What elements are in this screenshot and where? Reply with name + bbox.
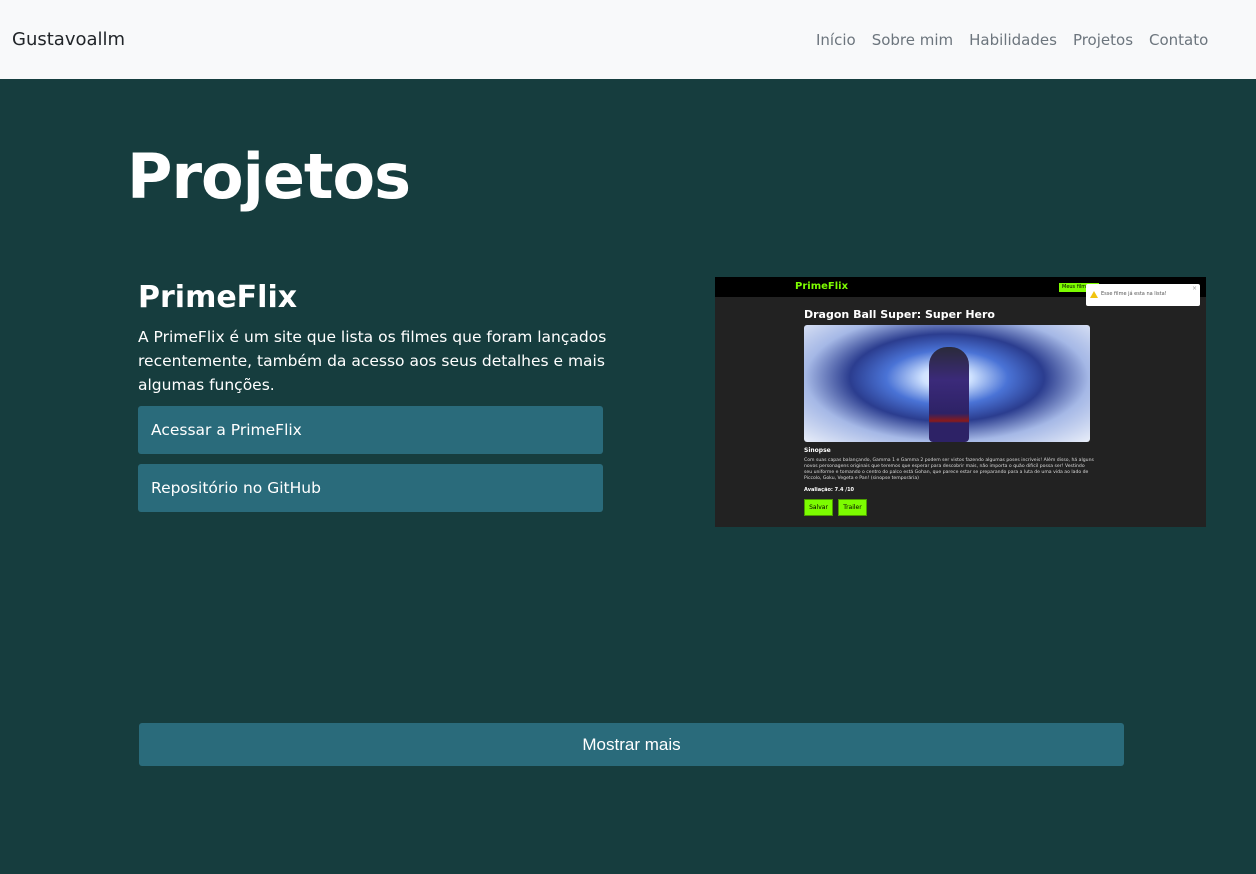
close-icon: × <box>1191 285 1197 292</box>
preview-rating: Avaliação: 7.4 /10 <box>804 487 855 493</box>
warning-icon <box>1090 291 1098 298</box>
project-name: PrimeFlix <box>138 280 298 315</box>
preview-sinopse-text: Com suas capas balançando, Gamma 1 e Gam… <box>804 458 1094 481</box>
show-more-button[interactable]: Mostrar mais <box>139 723 1124 766</box>
preview-sinopse-label: Sinopse <box>804 447 831 454</box>
preview-save-button: Salvar <box>804 499 833 516</box>
access-primeflix-button[interactable]: Acessar a PrimeFlix <box>138 406 603 454</box>
nav-links: Início Sobre mim Habilidades Projetos Co… <box>816 31 1208 49</box>
nav-link-habilidades[interactable]: Habilidades <box>969 31 1057 49</box>
nav-link-projetos[interactable]: Projetos <box>1073 31 1133 49</box>
preview-character-figure <box>929 347 969 442</box>
preview-movie-poster <box>804 325 1090 442</box>
nav-link-sobre-mim[interactable]: Sobre mim <box>872 31 953 49</box>
preview-toast: Esse filme já esta na lista! × <box>1086 284 1200 306</box>
preview-movie-title: Dragon Ball Super: Super Hero <box>804 308 995 321</box>
brand-link[interactable]: Gustavoallm <box>12 29 125 50</box>
nav-link-inicio[interactable]: Início <box>816 31 856 49</box>
github-repo-button[interactable]: Repositório no GitHub <box>138 464 603 512</box>
preview-trailer-button: Trailer <box>838 499 867 516</box>
section-title: Projetos <box>127 140 411 213</box>
project-description: A PrimeFlix é um site que lista os filme… <box>138 328 607 394</box>
preview-toast-text: Esse filme já esta na lista! <box>1101 291 1167 297</box>
nav-link-contato[interactable]: Contato <box>1149 31 1208 49</box>
navbar: Gustavoallm Início Sobre mim Habilidades… <box>0 0 1256 79</box>
preview-logo: PrimeFlix <box>795 281 849 292</box>
project-preview-image: PrimeFlix Meus filmes Esse filme já esta… <box>715 277 1206 527</box>
